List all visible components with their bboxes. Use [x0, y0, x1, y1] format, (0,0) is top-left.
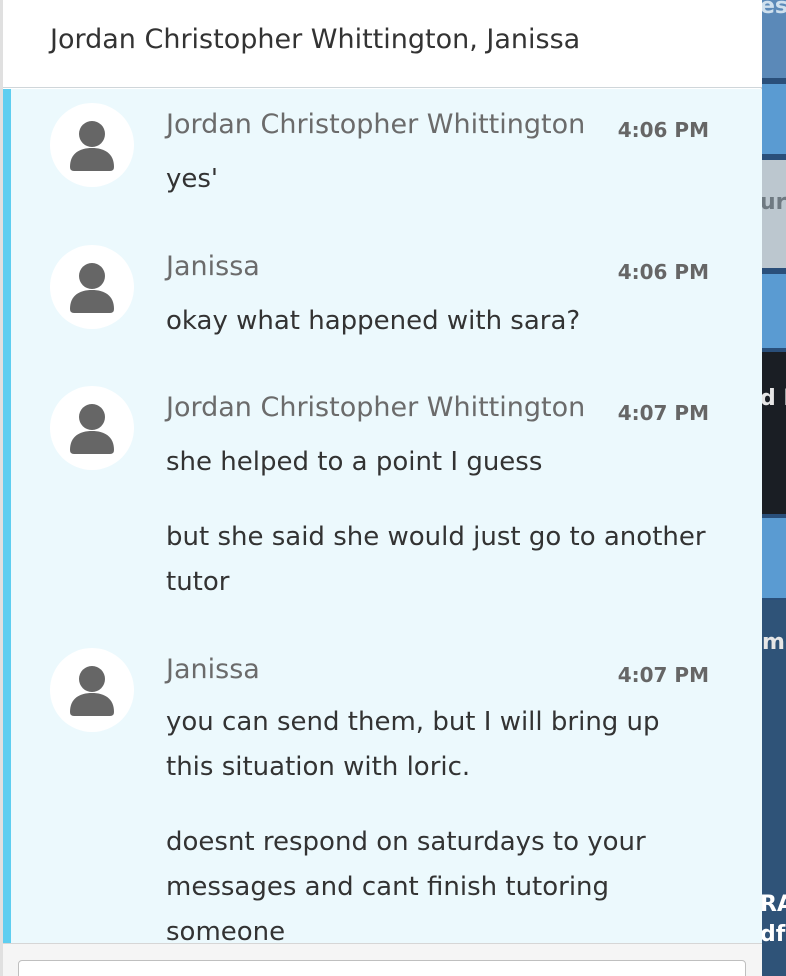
- background-text: m: [762, 630, 785, 655]
- avatar: [50, 386, 134, 470]
- background-text: ur: [762, 190, 786, 215]
- message-input[interactable]: [18, 960, 746, 976]
- background-app: es ur d I m RA df: [762, 0, 786, 976]
- background-text: d I: [762, 386, 786, 411]
- compose-area: [3, 943, 762, 976]
- message-time: 4:07 PM: [617, 401, 709, 425]
- background-text: df: [762, 922, 786, 947]
- message-sender: Jordan Christopher Whittington: [166, 392, 586, 423]
- background-panel: [762, 518, 786, 598]
- background-panel: m RA df: [762, 600, 786, 976]
- message-list[interactable]: Jordan Christopher Whittington 4:06 PM y…: [3, 89, 762, 943]
- chat-panel: Jordan Christopher Whittington, Janissa …: [0, 0, 762, 976]
- message-time: 4:07 PM: [617, 663, 709, 687]
- user-silhouette-icon: [70, 121, 114, 171]
- background-panel: es: [762, 0, 786, 78]
- avatar: [50, 648, 134, 732]
- message-text: she helped to a point I guess: [166, 447, 543, 477]
- avatar: [50, 103, 134, 187]
- avatar: [50, 245, 134, 329]
- background-text: es: [762, 0, 786, 19]
- background-panel: [762, 84, 786, 154]
- background-panel: ur: [762, 160, 786, 268]
- message-text: okay what happened with sara?: [166, 306, 581, 336]
- message-time: 4:06 PM: [617, 260, 709, 284]
- user-silhouette-icon: [70, 404, 114, 454]
- background-text: RA: [762, 892, 786, 917]
- message-text: you can send them, but I will bring up t…: [166, 707, 660, 782]
- message-text: but she said she would just go to anothe…: [166, 522, 706, 597]
- conversation-accent-bar: [3, 89, 11, 943]
- chat-window: es ur d I m RA df Jordan Christopher Whi…: [0, 0, 786, 976]
- message-sender: Janissa: [166, 654, 260, 685]
- background-panel: d I: [762, 352, 786, 514]
- user-silhouette-icon: [70, 263, 114, 313]
- message-text: yes': [166, 164, 219, 194]
- message-sender: Janissa: [166, 251, 260, 282]
- user-silhouette-icon: [70, 666, 114, 716]
- message-text: doesnt respond on saturdays to your mess…: [166, 827, 646, 943]
- message-time: 4:06 PM: [617, 118, 709, 142]
- chat-header: Jordan Christopher Whittington, Janissa: [3, 0, 762, 88]
- message-sender: Jordan Christopher Whittington: [166, 109, 586, 140]
- conversation-title: Jordan Christopher Whittington, Janissa: [50, 24, 581, 55]
- background-panel: [762, 274, 786, 348]
